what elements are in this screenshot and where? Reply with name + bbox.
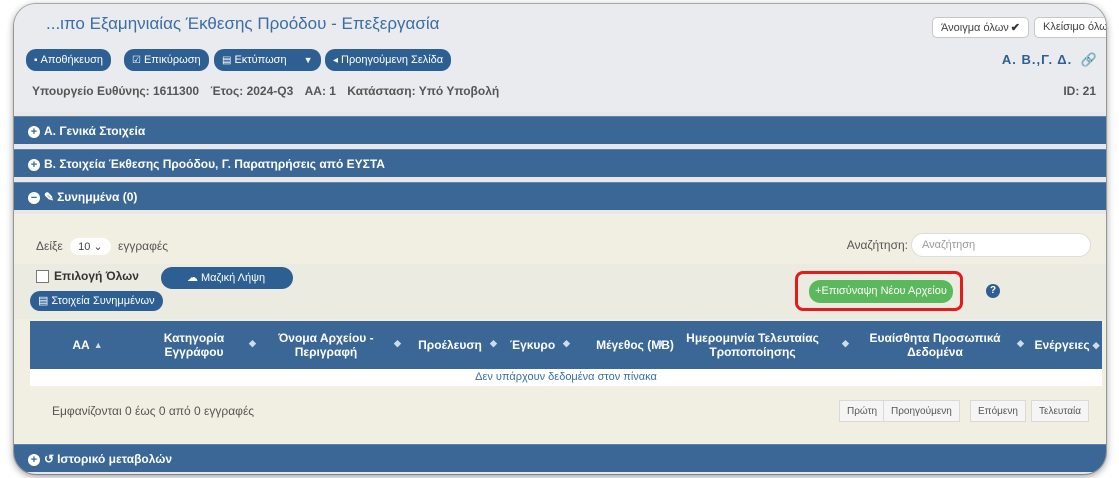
select-all-label: Επιλογή Όλων: [54, 269, 139, 283]
col-valid[interactable]: Έγκυρο: [500, 321, 565, 369]
select-all-checkbox[interactable]: Επιλογή Όλων: [36, 269, 139, 283]
pager-previous[interactable]: Προηγούμενη: [883, 400, 960, 422]
col-sensitive[interactable]: Ευαίσθητα Προσωπικά Δεδομένα: [860, 321, 1010, 369]
history-icon: ↺: [44, 452, 55, 466]
close-all-button[interactable]: Κλείσιμο όλω: [1034, 17, 1106, 38]
ministry-text: Υπουργείο Ευθύνης: 1611300: [32, 84, 200, 98]
section-attachments-label: Συνημμένα (0): [57, 190, 138, 204]
page-length-select[interactable]: 10 ⌄: [70, 238, 111, 255]
col-aa-label: ΑΑ: [72, 338, 90, 352]
print-icon: ▤: [222, 54, 232, 66]
sort-icon: ◆: [1092, 340, 1100, 350]
attachment-info-label: Στοιχεία Συνημμένων: [51, 295, 155, 307]
pager-first[interactable]: Πρώτη: [839, 400, 886, 422]
record-id: ID: 21: [1063, 84, 1096, 98]
col-filename-label: Όνομα Αρχείου - Περιγραφή: [278, 331, 374, 359]
search-label: Αναζήτηση:: [846, 238, 908, 252]
search-input[interactable]: Αναζήτηση: [911, 233, 1091, 257]
year-text: Έτος: 2024-Q3: [210, 84, 294, 98]
page-length-value: 10: [78, 241, 91, 253]
sort-icon: ◆: [563, 338, 570, 348]
plus-circle-icon: +: [28, 126, 40, 138]
chevron-down-icon: ✔: [1010, 22, 1021, 34]
close-all-label: Κλείσιμο όλω: [1043, 21, 1106, 33]
attachments-panel: Δείξε 10 ⌄ εγγραφές Αναζήτηση: Αναζήτηση…: [14, 214, 1106, 444]
col-category[interactable]: Κατηγορία Εγγράφου: [145, 321, 243, 369]
col-filename[interactable]: Όνομα Αρχείου - Περιγραφή: [262, 321, 390, 369]
section-report-label: Β. Στοιχεία Έκθεσης Προόδου, Γ. Παρατηρή…: [44, 157, 385, 171]
validate-label: Επικύρωση: [143, 54, 201, 66]
col-origin[interactable]: Προέλευση: [405, 321, 495, 369]
col-sensitive-label: Ευαίσθητα Προσωπικά Δεδομένα: [869, 331, 1001, 359]
show-prefix: Δείξε: [36, 239, 63, 253]
expand-all-button[interactable]: Άνοιγμα όλων ✔: [932, 17, 1030, 38]
print-button[interactable]: ▤ Εκτύπωση ▼: [214, 49, 321, 71]
checkbox-box[interactable]: [36, 269, 49, 283]
col-aa[interactable]: ΑΑ ▲: [30, 321, 145, 369]
record-meta: Υπουργείο Ευθύνης: 1611300 Έτος: 2024-Q3…: [32, 84, 507, 98]
paperclip-icon: ✎: [44, 190, 55, 204]
page-length-control: Δείξε 10 ⌄ εγγραφές: [36, 238, 168, 255]
col-modified[interactable]: Ημερομηνία Τελευταίας Τροποποίησης: [680, 321, 825, 369]
aa-text: ΑΑ: 1: [304, 84, 336, 98]
table-header: ΑΑ ▲ Κατηγορία Εγγράφου ◆ Όνομα Αρχείου -…: [30, 321, 1102, 369]
sort-asc-icon: ▲: [93, 340, 103, 350]
col-valid-label: Έγκυρο: [509, 338, 556, 352]
status-text: Κατάσταση: Υπό Υποβολή: [347, 84, 500, 98]
show-suffix: εγγραφές: [117, 239, 169, 253]
save-label: Αποθήκευση: [40, 54, 103, 66]
save-icon: ▪: [34, 54, 38, 66]
section-report[interactable]: + Β. Στοιχεία Έκθεσης Προόδου, Γ. Παρατηρ…: [14, 149, 1106, 177]
sort-icon: ◆: [1017, 338, 1024, 348]
sort-icon: ◆: [842, 338, 849, 348]
col-origin-label: Προέλευση: [418, 338, 482, 352]
validate-button[interactable]: ☑ Επικύρωση: [124, 49, 209, 71]
plus-circle-icon: +: [28, 454, 40, 466]
attach-new-file-label: Επισύναψη Νέου Αρχείου: [821, 285, 947, 297]
sort-icon: ◆: [657, 338, 664, 348]
app-window: ...ιπο Εξαμηνιαίας Έκθεσης Προόδου - Επε…: [14, 4, 1106, 474]
cloud-download-icon: ☁: [187, 272, 198, 284]
sort-icon: ◆: [490, 338, 497, 348]
pager-next[interactable]: Επόμενη: [970, 400, 1026, 422]
attachments-toolbar: Επιλογή Όλων ☁ Μαζική Λήψη ▤ Στοιχεία Συνη…: [14, 264, 1106, 319]
sort-icon: ◆: [394, 338, 401, 348]
section-general-label: Α. Γενικά Στοιχεία: [44, 124, 146, 138]
help-icon[interactable]: ?: [986, 284, 1000, 298]
attachment-info-button[interactable]: ▤ Στοιχεία Συνημμένων: [30, 291, 163, 311]
page-title: ...ιπο Εξαμηνιαίας Έκθεσης Προόδου - Επε…: [46, 14, 440, 33]
expand-all-label: Άνοιγμα όλων: [941, 22, 1009, 34]
attach-new-file-button[interactable]: +Επισύναψη Νέου Αρχείου: [809, 280, 953, 303]
col-size[interactable]: Μέγεθος (MB): [590, 321, 680, 369]
bulk-download-label: Μαζική Λήψη: [201, 272, 266, 284]
col-modified-label: Ημερομηνία Τελευταίας Τροποποίησης: [686, 331, 819, 359]
page-header: ...ιπο Εξαμηνιαίας Έκθεσης Προόδου - Επε…: [14, 4, 1106, 112]
print-label: Εκτύπωση: [234, 54, 287, 66]
prev-page-label: Προηγούμενη Σελίδα: [341, 54, 444, 66]
back-icon: ◂: [333, 54, 339, 66]
section-general[interactable]: + Α. Γενικά Στοιχεία: [14, 116, 1106, 144]
check-square-icon: ☑: [132, 54, 141, 66]
paperclip-icon: 🔗: [1080, 52, 1098, 67]
minus-circle-icon: −: [28, 192, 40, 204]
save-button[interactable]: ▪ Αποθήκευση: [26, 49, 111, 71]
print-icon: ▤: [38, 295, 49, 307]
plus-circle-icon: +: [28, 159, 40, 171]
chevron-down-icon: ⌄: [93, 241, 103, 253]
section-attachments[interactable]: − ✎ Συνημμένα (0): [14, 182, 1106, 210]
table-info: Εμφανίζονται 0 έως 0 από 0 εγγραφές: [52, 404, 255, 418]
caret-down-icon[interactable]: ▼: [304, 55, 313, 65]
col-actions[interactable]: Ενέργειες ◆: [1030, 321, 1104, 369]
empty-table-message: Δεν υπάρχουν δεδομένα στον πίνακα: [30, 369, 1102, 386]
section-history-label: Ιστορικό μεταβολών: [57, 452, 173, 466]
section-links-label: Α. Β.,Γ. Δ.: [1001, 52, 1073, 67]
col-category-label: Κατηγορία Εγγράφου: [163, 331, 225, 359]
col-actions-label: Ενέργειες: [1034, 338, 1090, 352]
sort-icon: ◆: [249, 338, 256, 348]
prev-page-button[interactable]: ◂ Προηγούμενη Σελίδα: [325, 49, 452, 71]
section-links[interactable]: Α. Β.,Γ. Δ. 🔗: [1002, 52, 1098, 68]
pager-last[interactable]: Τελευταία: [1031, 400, 1089, 422]
bulk-download-button[interactable]: ☁ Μαζική Λήψη: [161, 267, 293, 289]
section-history[interactable]: + ↺ Ιστορικό μεταβολών: [14, 444, 1106, 472]
